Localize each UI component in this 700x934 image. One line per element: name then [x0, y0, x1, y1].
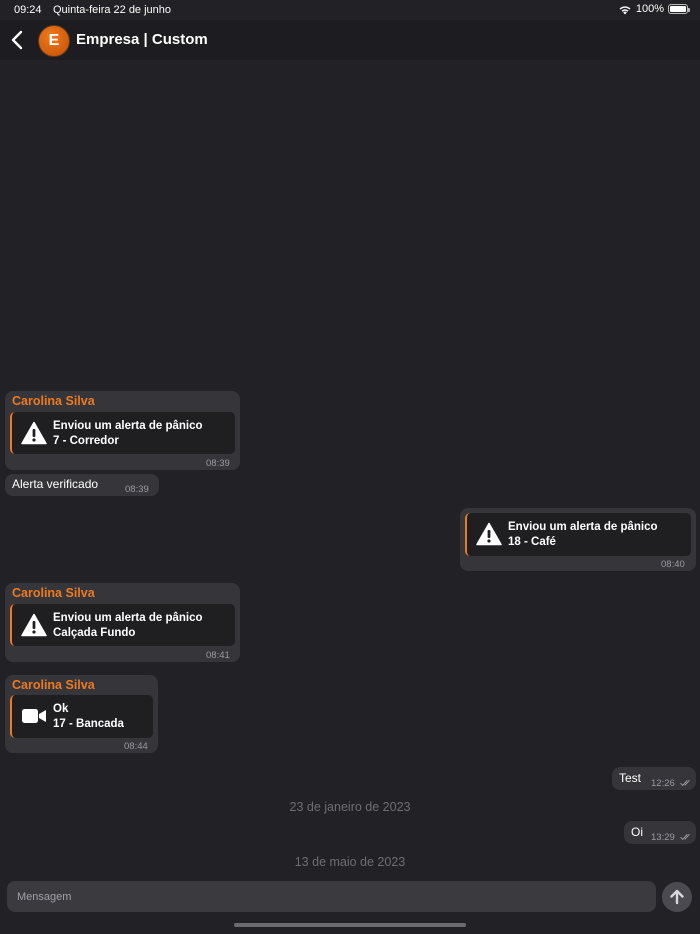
status-date: Quinta-feira 22 de junho: [53, 4, 172, 16]
message-bubble[interactable]: Carolina Silva Enviou um alerta de pânic…: [5, 391, 240, 470]
message-sender: Carolina Silva: [12, 678, 95, 692]
message-time: 08:40: [661, 559, 685, 570]
message-time: 08:39: [206, 458, 230, 469]
message-time: 08:39: [125, 484, 149, 495]
video-location: 17 - Bancada: [53, 718, 124, 730]
alert-location: 18 - Café: [508, 536, 556, 548]
chat-title[interactable]: Empresa | Custom: [76, 31, 208, 48]
video-camera-icon: [22, 709, 46, 723]
video-title: Ok: [53, 703, 69, 715]
battery-percent: 100%: [635, 3, 664, 15]
back-button[interactable]: [8, 28, 28, 52]
message-bubble[interactable]: Carolina Silva Ok 17 - Bancada 08:44: [5, 675, 158, 753]
warning-icon: [21, 421, 47, 445]
double-check-icon: [680, 833, 690, 841]
date-separator: 23 de janeiro de 2023: [289, 800, 411, 814]
alert-title: Enviou um alerta de pânico: [53, 420, 203, 432]
alert-card[interactable]: Enviou um alerta de pânico 18 - Café: [465, 513, 691, 556]
message-text: Alerta verificado: [12, 477, 99, 491]
message-time: 08:44: [124, 741, 148, 752]
message-text: Oi: [631, 825, 643, 839]
battery-icon: [668, 4, 690, 14]
message-time: 08:41: [206, 650, 230, 661]
message-bubble[interactable]: Carolina Silva Enviou um alerta de pânic…: [5, 583, 240, 662]
message-bubble-outgoing[interactable]: Oi 13:29: [624, 821, 696, 844]
message-time: 12:26: [651, 778, 675, 789]
home-indicator: [234, 923, 466, 927]
message-sender: Carolina Silva: [12, 394, 95, 408]
battery-level: [670, 6, 686, 12]
avatar[interactable]: E: [38, 25, 70, 57]
alert-location: Calçada Fundo: [53, 627, 136, 639]
message-bubble-outgoing[interactable]: Test 12:26: [612, 767, 696, 790]
message-input[interactable]: [7, 881, 656, 912]
status-indicators: 100%: [618, 3, 690, 15]
alert-title: Enviou um alerta de pânico: [53, 612, 203, 624]
send-button[interactable]: [662, 882, 692, 912]
wifi-icon: [619, 5, 631, 14]
status-time: 09:24: [14, 4, 42, 16]
message-bubble[interactable]: Alerta verificado 08:39: [5, 474, 159, 496]
double-check-icon: [680, 779, 690, 787]
date-separator: 13 de maio de 2023: [294, 855, 406, 869]
status-bar: 09:24 Quinta-feira 22 de junho 100%: [0, 0, 700, 20]
message-time: 13:29: [651, 832, 675, 843]
alert-title: Enviou um alerta de pânico: [508, 521, 658, 533]
message-bubble-outgoing[interactable]: Enviou um alerta de pânico 18 - Café 08:…: [460, 508, 696, 571]
message-text: Test: [619, 771, 642, 785]
alert-card[interactable]: Enviou um alerta de pânico 7 - Corredor: [10, 412, 235, 454]
alert-card[interactable]: Enviou um alerta de pânico Calçada Fundo: [10, 604, 235, 646]
chat-header: E Empresa | Custom: [0, 20, 700, 60]
video-card[interactable]: Ok 17 - Bancada: [10, 695, 153, 738]
warning-icon: [476, 522, 502, 546]
warning-icon: [21, 613, 47, 637]
chevron-left-icon: [11, 30, 23, 50]
arrow-up-icon: [670, 889, 684, 905]
alert-location: 7 - Corredor: [53, 435, 119, 447]
message-sender: Carolina Silva: [12, 586, 95, 600]
